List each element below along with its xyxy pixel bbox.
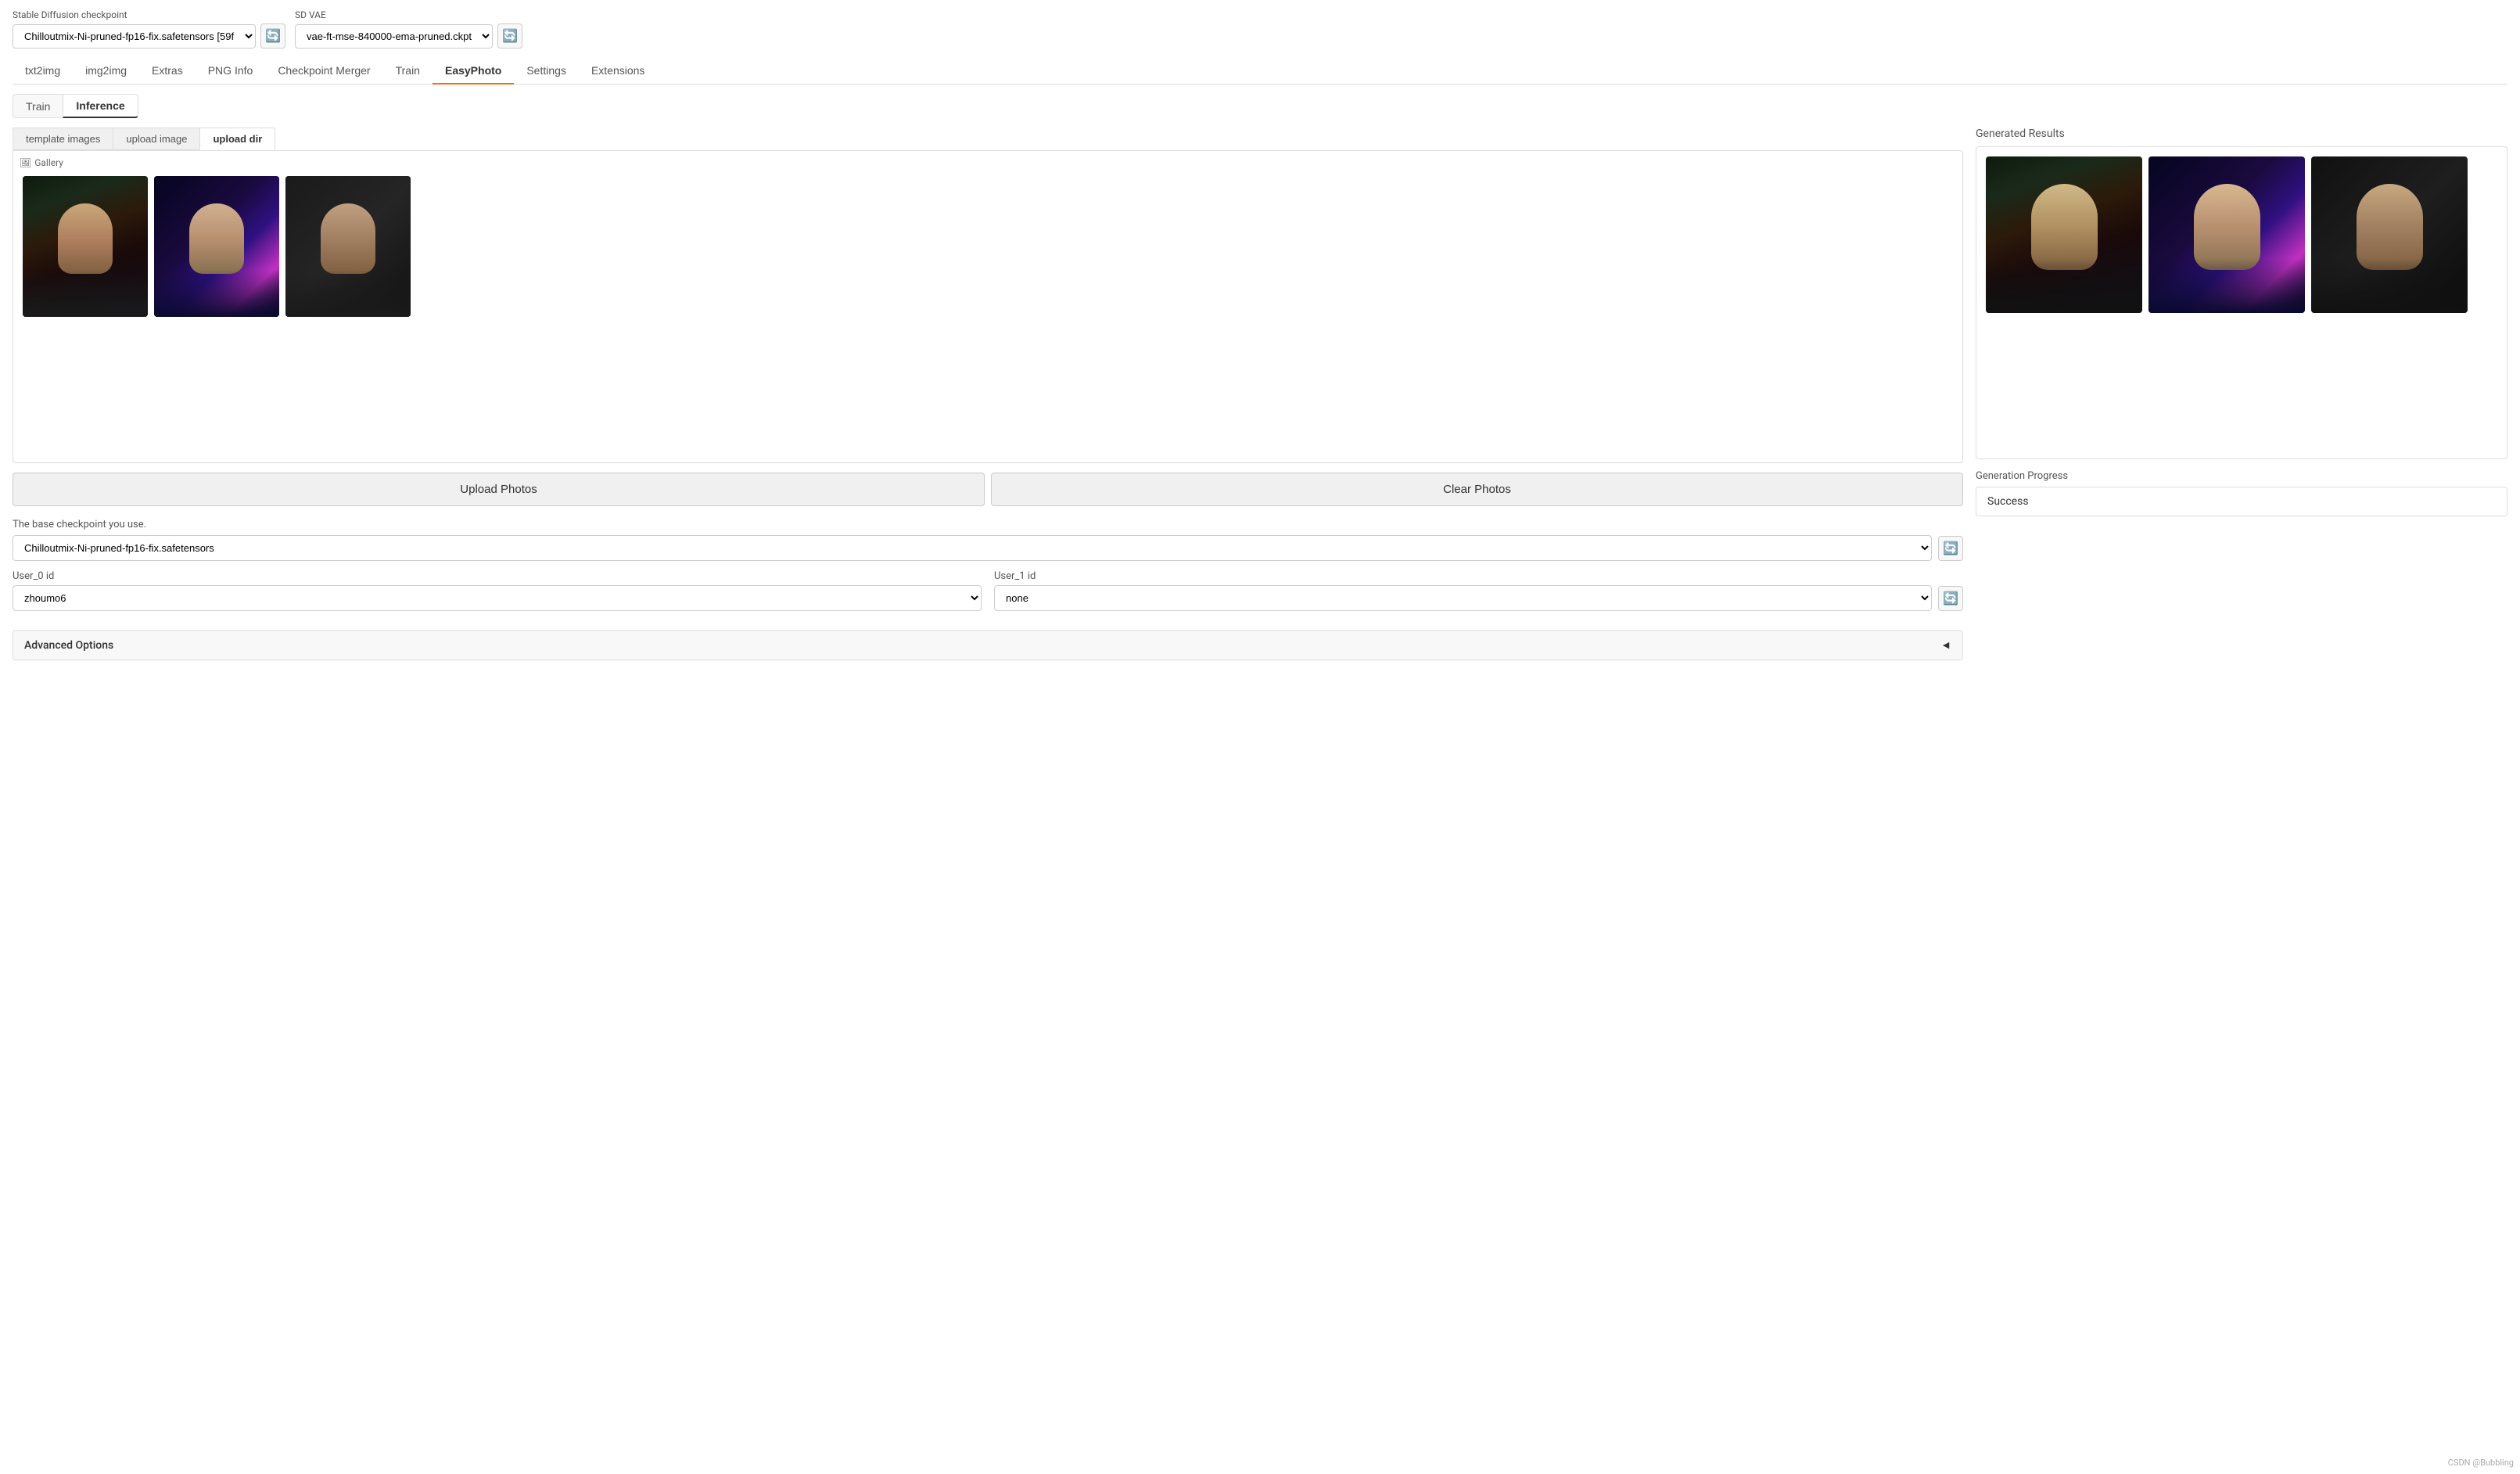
- nav-extras[interactable]: Extras: [139, 58, 196, 84]
- result-image-2[interactable]: [2148, 156, 2305, 313]
- nav-extensions[interactable]: Extensions: [579, 58, 657, 84]
- gallery-images: [23, 160, 1953, 317]
- results-images: [1986, 156, 2497, 313]
- gallery-image-2[interactable]: [154, 176, 279, 317]
- vae-refresh-button[interactable]: 🔄: [497, 23, 522, 49]
- results-gallery: [1976, 146, 2507, 459]
- nav-easyphoto[interactable]: EasyPhoto: [433, 58, 514, 84]
- gallery-image-3[interactable]: [285, 176, 411, 317]
- gallery-icon: 🖼: [20, 157, 31, 168]
- gallery-image-1[interactable]: [23, 176, 148, 317]
- refresh-icon-2: 🔄: [502, 28, 518, 44]
- generated-results-label: Generated Results: [1976, 128, 2507, 140]
- user-refresh-button[interactable]: 🔄: [1938, 586, 1963, 611]
- main-nav: txt2img img2img Extras PNG Info Checkpoi…: [13, 58, 2507, 84]
- chevron-left-icon: ◄: [1940, 638, 1951, 652]
- result-image-1[interactable]: [1986, 156, 2142, 313]
- checkpoint-config-label: The base checkpoint you use.: [13, 519, 1963, 530]
- advanced-options-label: Advanced Options: [24, 639, 113, 652]
- progress-label: Generation Progress: [1976, 470, 2507, 482]
- checkpoint-label: Stable Diffusion checkpoint: [13, 9, 285, 20]
- user1-select[interactable]: none zhoumo6: [994, 585, 1932, 611]
- refresh-icon: 🔄: [265, 28, 281, 44]
- top-bar: Stable Diffusion checkpoint Chilloutmix-…: [13, 9, 2507, 49]
- vae-select[interactable]: vae-ft-mse-840000-ema-pruned.ckpt: [295, 24, 493, 49]
- right-panel: Generated Results: [1976, 128, 2507, 660]
- advanced-options-header[interactable]: Advanced Options ◄: [13, 631, 1962, 660]
- nav-txt2img[interactable]: txt2img: [13, 58, 73, 84]
- advanced-options: Advanced Options ◄: [13, 630, 1963, 660]
- gallery-label: 🖼 Gallery: [20, 157, 63, 168]
- user1-section: User_1 id none zhoumo6 🔄: [994, 570, 1963, 620]
- config-section: The base checkpoint you use. Chilloutmix…: [13, 519, 1963, 660]
- user1-label: User_1 id: [994, 570, 1963, 582]
- checkpoint-dropdown-wrapper: Chilloutmix-Ni-pruned-fp16-fix.safetenso…: [13, 23, 285, 49]
- app-container: Stable Diffusion checkpoint Chilloutmix-…: [0, 0, 2520, 1474]
- user-id-row: User_0 id zhoumo6 none User_1 id n: [13, 570, 1963, 620]
- user0-label: User_0 id: [13, 570, 982, 582]
- checkpoint-select[interactable]: Chilloutmix-Ni-pruned-fp16-fix.safetenso…: [13, 24, 256, 49]
- clear-photos-button[interactable]: Clear Photos: [991, 473, 1963, 506]
- nav-settings[interactable]: Settings: [514, 58, 579, 84]
- nav-img2img[interactable]: img2img: [73, 58, 139, 84]
- vae-dropdown-wrapper: vae-ft-mse-840000-ema-pruned.ckpt 🔄: [295, 23, 522, 49]
- progress-status: Success: [1987, 495, 2029, 508]
- vae-label: SD VAE: [295, 9, 522, 20]
- tab-inference[interactable]: Inference: [63, 94, 138, 118]
- base-checkpoint-select[interactable]: Chilloutmix-Ni-pruned-fp16-fix.safetenso…: [13, 535, 1932, 561]
- checkpoint-refresh-button[interactable]: 🔄: [260, 23, 285, 49]
- tab-template-images[interactable]: template images: [13, 128, 113, 150]
- action-buttons: Upload Photos Clear Photos: [13, 473, 1963, 506]
- refresh-icon-3: 🔄: [1943, 541, 1958, 556]
- watermark: CSDN @Bubbling: [2448, 1458, 2514, 1468]
- upload-photos-button[interactable]: Upload Photos: [13, 473, 985, 506]
- nav-png-info[interactable]: PNG Info: [196, 58, 266, 84]
- progress-section: Generation Progress Success: [1976, 470, 2507, 516]
- left-panel: template images upload image upload dir …: [13, 128, 1963, 660]
- user0-section: User_0 id zhoumo6 none: [13, 570, 982, 620]
- tab-train[interactable]: Train: [13, 94, 63, 118]
- tab-upload-dir[interactable]: upload dir: [199, 128, 275, 150]
- content-area: template images upload image upload dir …: [13, 128, 2507, 660]
- user0-select[interactable]: zhoumo6 none: [13, 585, 982, 611]
- result-image-3[interactable]: [2311, 156, 2468, 313]
- user1-row: none zhoumo6 🔄: [994, 585, 1963, 611]
- base-checkpoint-refresh[interactable]: 🔄: [1938, 536, 1963, 561]
- tab-upload-image[interactable]: upload image: [113, 128, 200, 150]
- sub-tabs: Train Inference: [13, 94, 2507, 118]
- user0-row: zhoumo6 none: [13, 585, 982, 611]
- gallery-container: 🖼 Gallery: [13, 150, 1963, 463]
- refresh-icon-4: 🔄: [1943, 591, 1958, 606]
- vae-section: SD VAE vae-ft-mse-840000-ema-pruned.ckpt…: [295, 9, 522, 49]
- checkpoint-config-row: Chilloutmix-Ni-pruned-fp16-fix.safetenso…: [13, 535, 1963, 561]
- upload-tabs: template images upload image upload dir: [13, 128, 1963, 150]
- nav-checkpoint-merger[interactable]: Checkpoint Merger: [265, 58, 382, 84]
- progress-box: Success: [1976, 487, 2507, 516]
- nav-train[interactable]: Train: [383, 58, 433, 84]
- checkpoint-section: Stable Diffusion checkpoint Chilloutmix-…: [13, 9, 285, 49]
